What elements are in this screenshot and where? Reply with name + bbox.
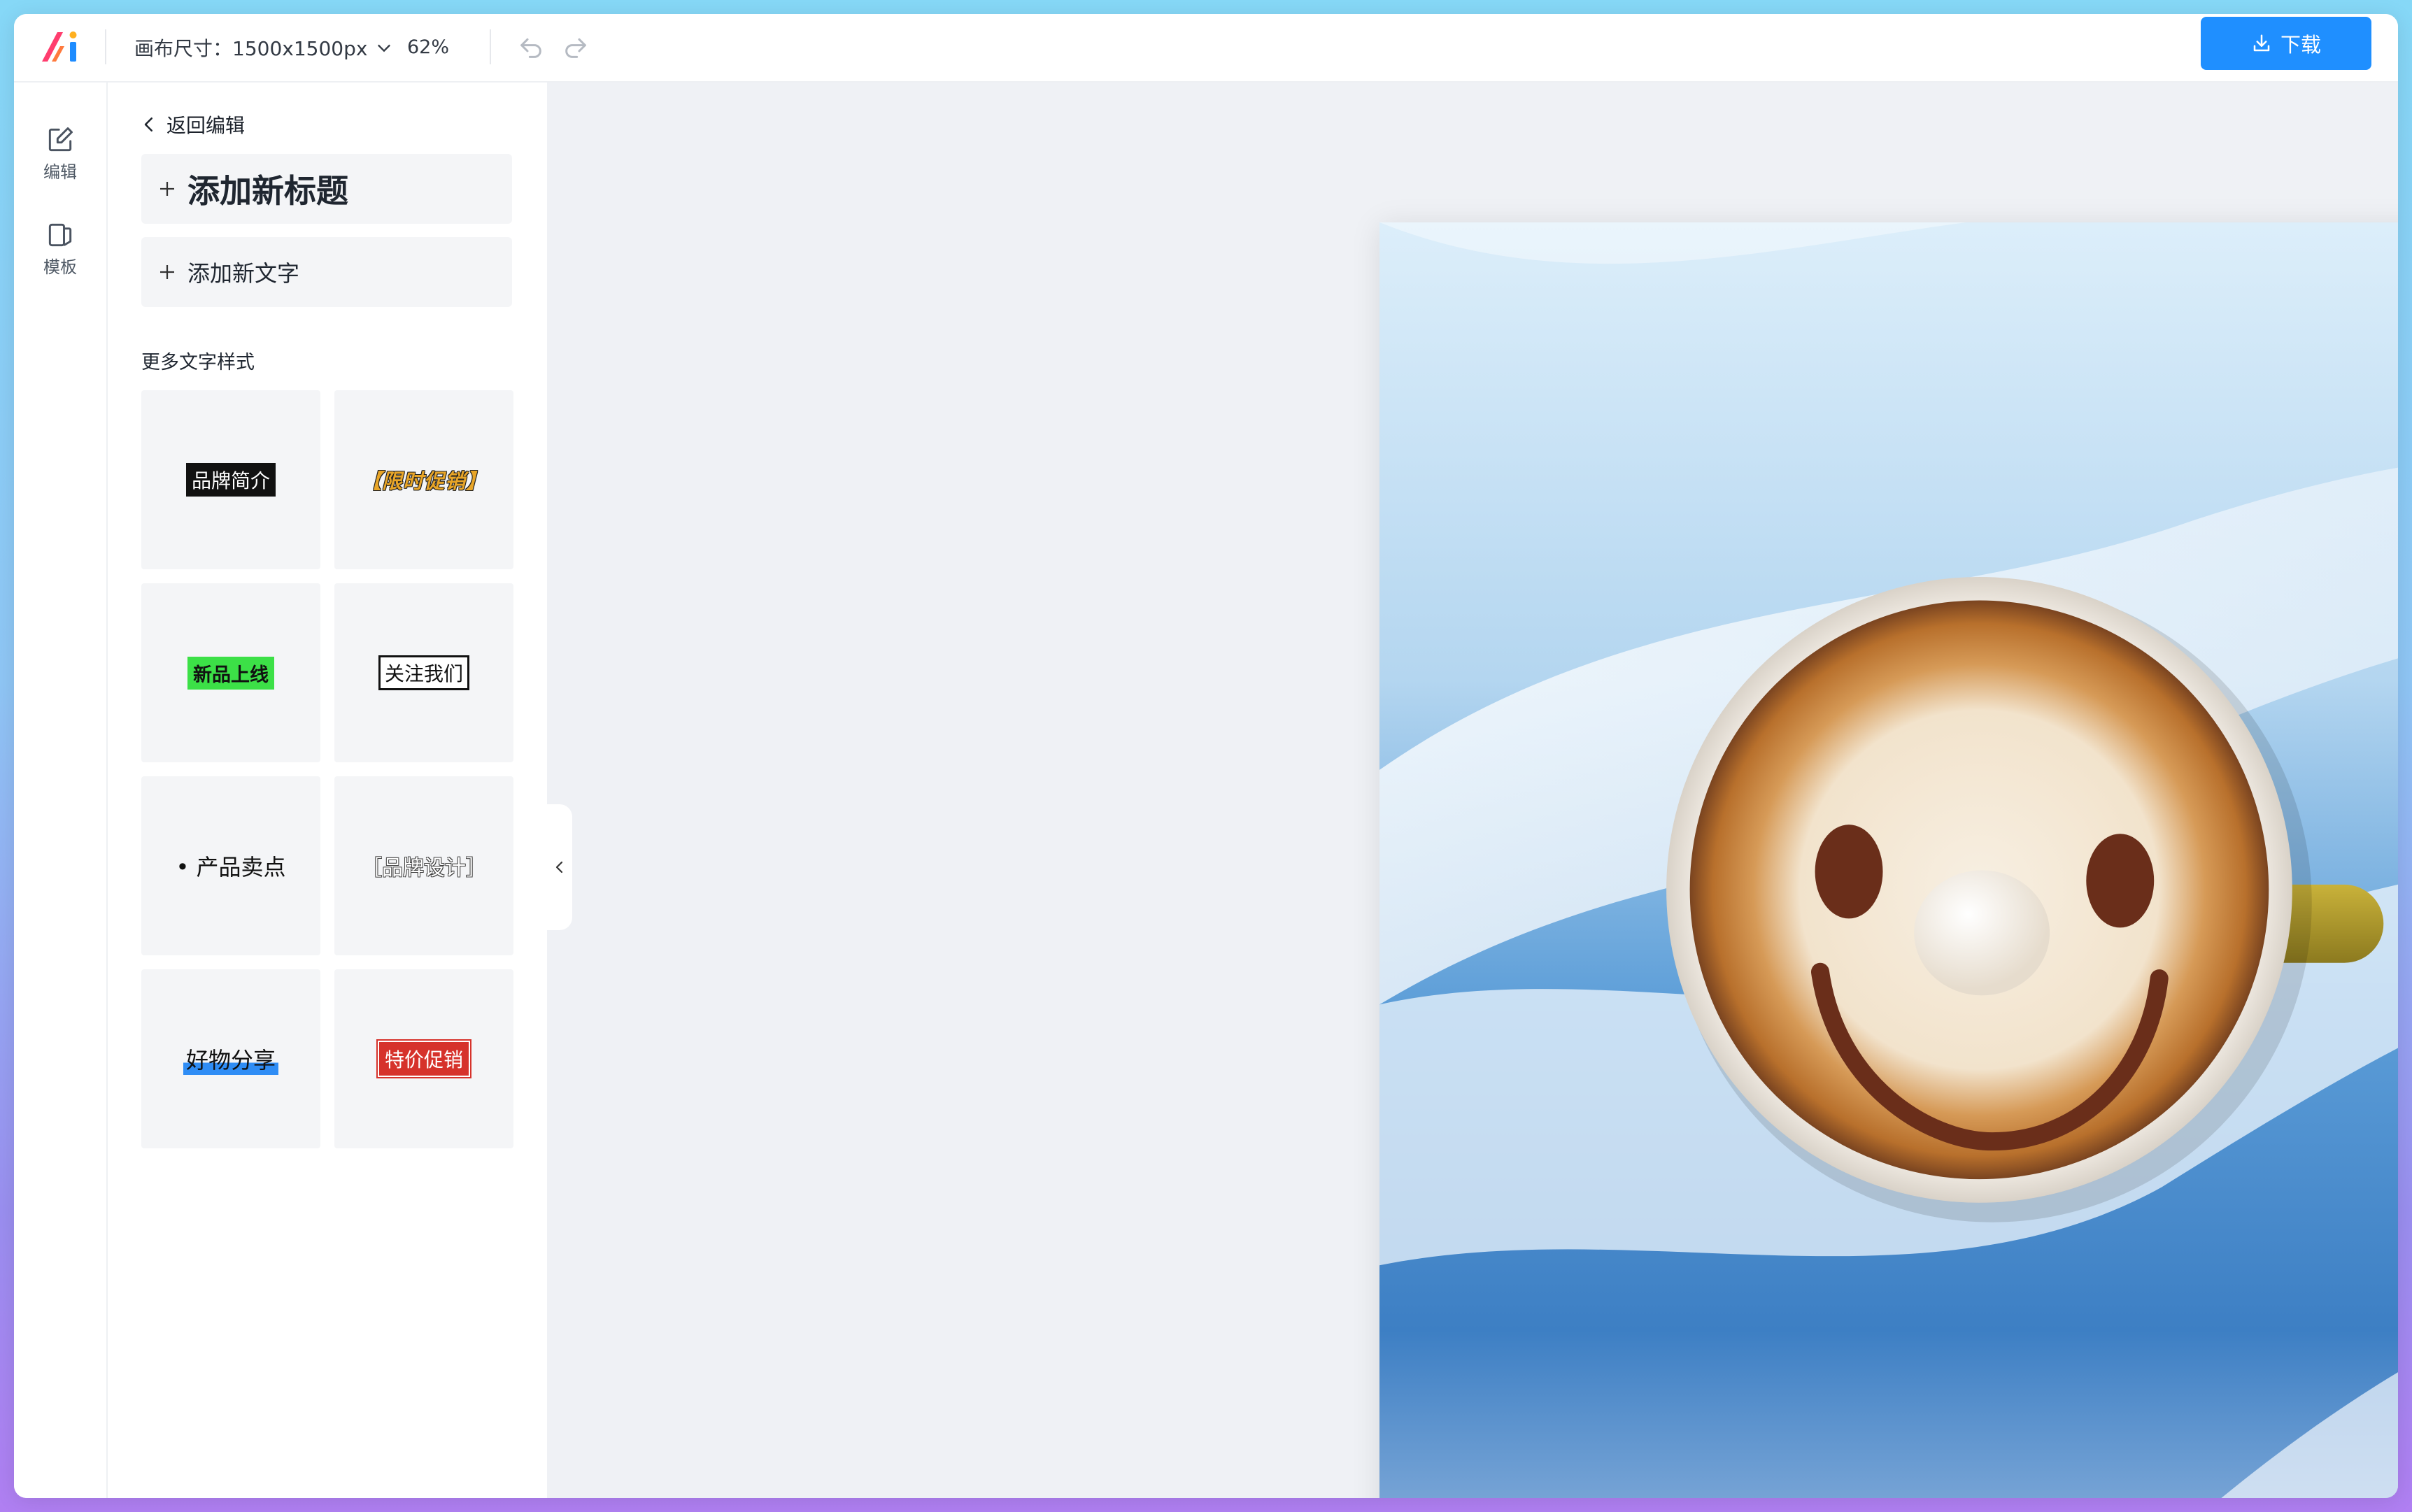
download-button[interactable]: 下载	[2201, 17, 2371, 70]
text-style-sample: 品牌简介	[185, 463, 276, 497]
toolbar-divider	[490, 29, 491, 64]
app-window: 画布尺寸：1500x1500px 62% 下载 编辑 模板 返回编辑 添加新标题…	[14, 14, 2398, 1498]
rail-item-edit[interactable]: 编辑	[14, 124, 106, 194]
canvas-image	[1379, 222, 2398, 1498]
add-title-button[interactable]: 添加新标题	[141, 154, 512, 224]
app-logo-icon[interactable]	[36, 27, 85, 67]
rail-item-edit-label: 编辑	[43, 162, 77, 182]
text-style-sample: ［品牌设计］	[361, 856, 487, 880]
text-style-card[interactable]: 【限时促销】	[334, 390, 513, 569]
back-label: 返回编辑	[166, 114, 246, 137]
canvas-size-dropdown[interactable]: 画布尺寸：1500x1500px	[134, 32, 394, 63]
text-style-sample: 【限时促销】	[360, 469, 487, 493]
text-style-sample: 特价促销	[376, 1039, 472, 1078]
text-style-card[interactable]: • 产品卖点	[141, 776, 320, 955]
text-style-card[interactable]: 关注我们	[334, 583, 513, 762]
plus-icon	[160, 265, 174, 279]
add-text-label: 添加新文字	[187, 260, 300, 287]
artboard[interactable]	[1379, 222, 2398, 1498]
text-style-card[interactable]: 新品上线	[141, 583, 320, 762]
template-icon	[48, 223, 72, 247]
text-style-card[interactable]: 特价促销	[334, 969, 513, 1148]
more-styles-heading: 更多文字样式	[141, 352, 255, 373]
text-panel: 返回编辑 添加新标题 添加新文字 更多文字样式 品牌简介 【限时促销】 新品上线…	[108, 83, 547, 1498]
plus-icon	[160, 182, 174, 196]
chevron-down-icon	[378, 44, 391, 52]
download-label: 下载	[2280, 33, 2321, 57]
text-style-sample: 关注我们	[378, 655, 469, 690]
canvas-size-label: 画布尺寸：1500x1500px	[134, 37, 368, 60]
text-style-sample: 新品上线	[187, 656, 274, 690]
chevron-left-icon	[555, 861, 563, 873]
rail-item-templates-label: 模板	[43, 257, 77, 277]
text-style-card[interactable]: 好物分享	[141, 969, 320, 1148]
redo-icon[interactable]	[561, 34, 590, 62]
add-title-label: 添加新标题	[187, 172, 348, 210]
rail-item-templates[interactable]: 模板	[14, 220, 106, 290]
canvas-stage	[547, 83, 2398, 1498]
left-rail: 编辑 模板	[14, 83, 108, 1498]
undo-icon[interactable]	[516, 34, 546, 62]
zoom-level[interactable]: 62%	[407, 32, 449, 63]
collapse-panel-toggle[interactable]	[547, 804, 572, 930]
edit-icon	[48, 127, 73, 152]
chevron-left-icon	[144, 117, 152, 131]
add-text-button[interactable]: 添加新文字	[141, 237, 512, 307]
text-style-card[interactable]: ［品牌设计］	[334, 776, 513, 955]
text-style-card[interactable]: 品牌简介	[141, 390, 320, 569]
top-toolbar: 画布尺寸：1500x1500px 62% 下载	[14, 14, 2398, 83]
download-icon	[2253, 34, 2270, 52]
back-to-edit-link[interactable]: 返回编辑	[139, 109, 245, 140]
text-style-sample: • 产品卖点	[176, 854, 286, 880]
text-style-sample: 好物分享	[183, 1043, 278, 1075]
toolbar-divider	[105, 29, 106, 64]
